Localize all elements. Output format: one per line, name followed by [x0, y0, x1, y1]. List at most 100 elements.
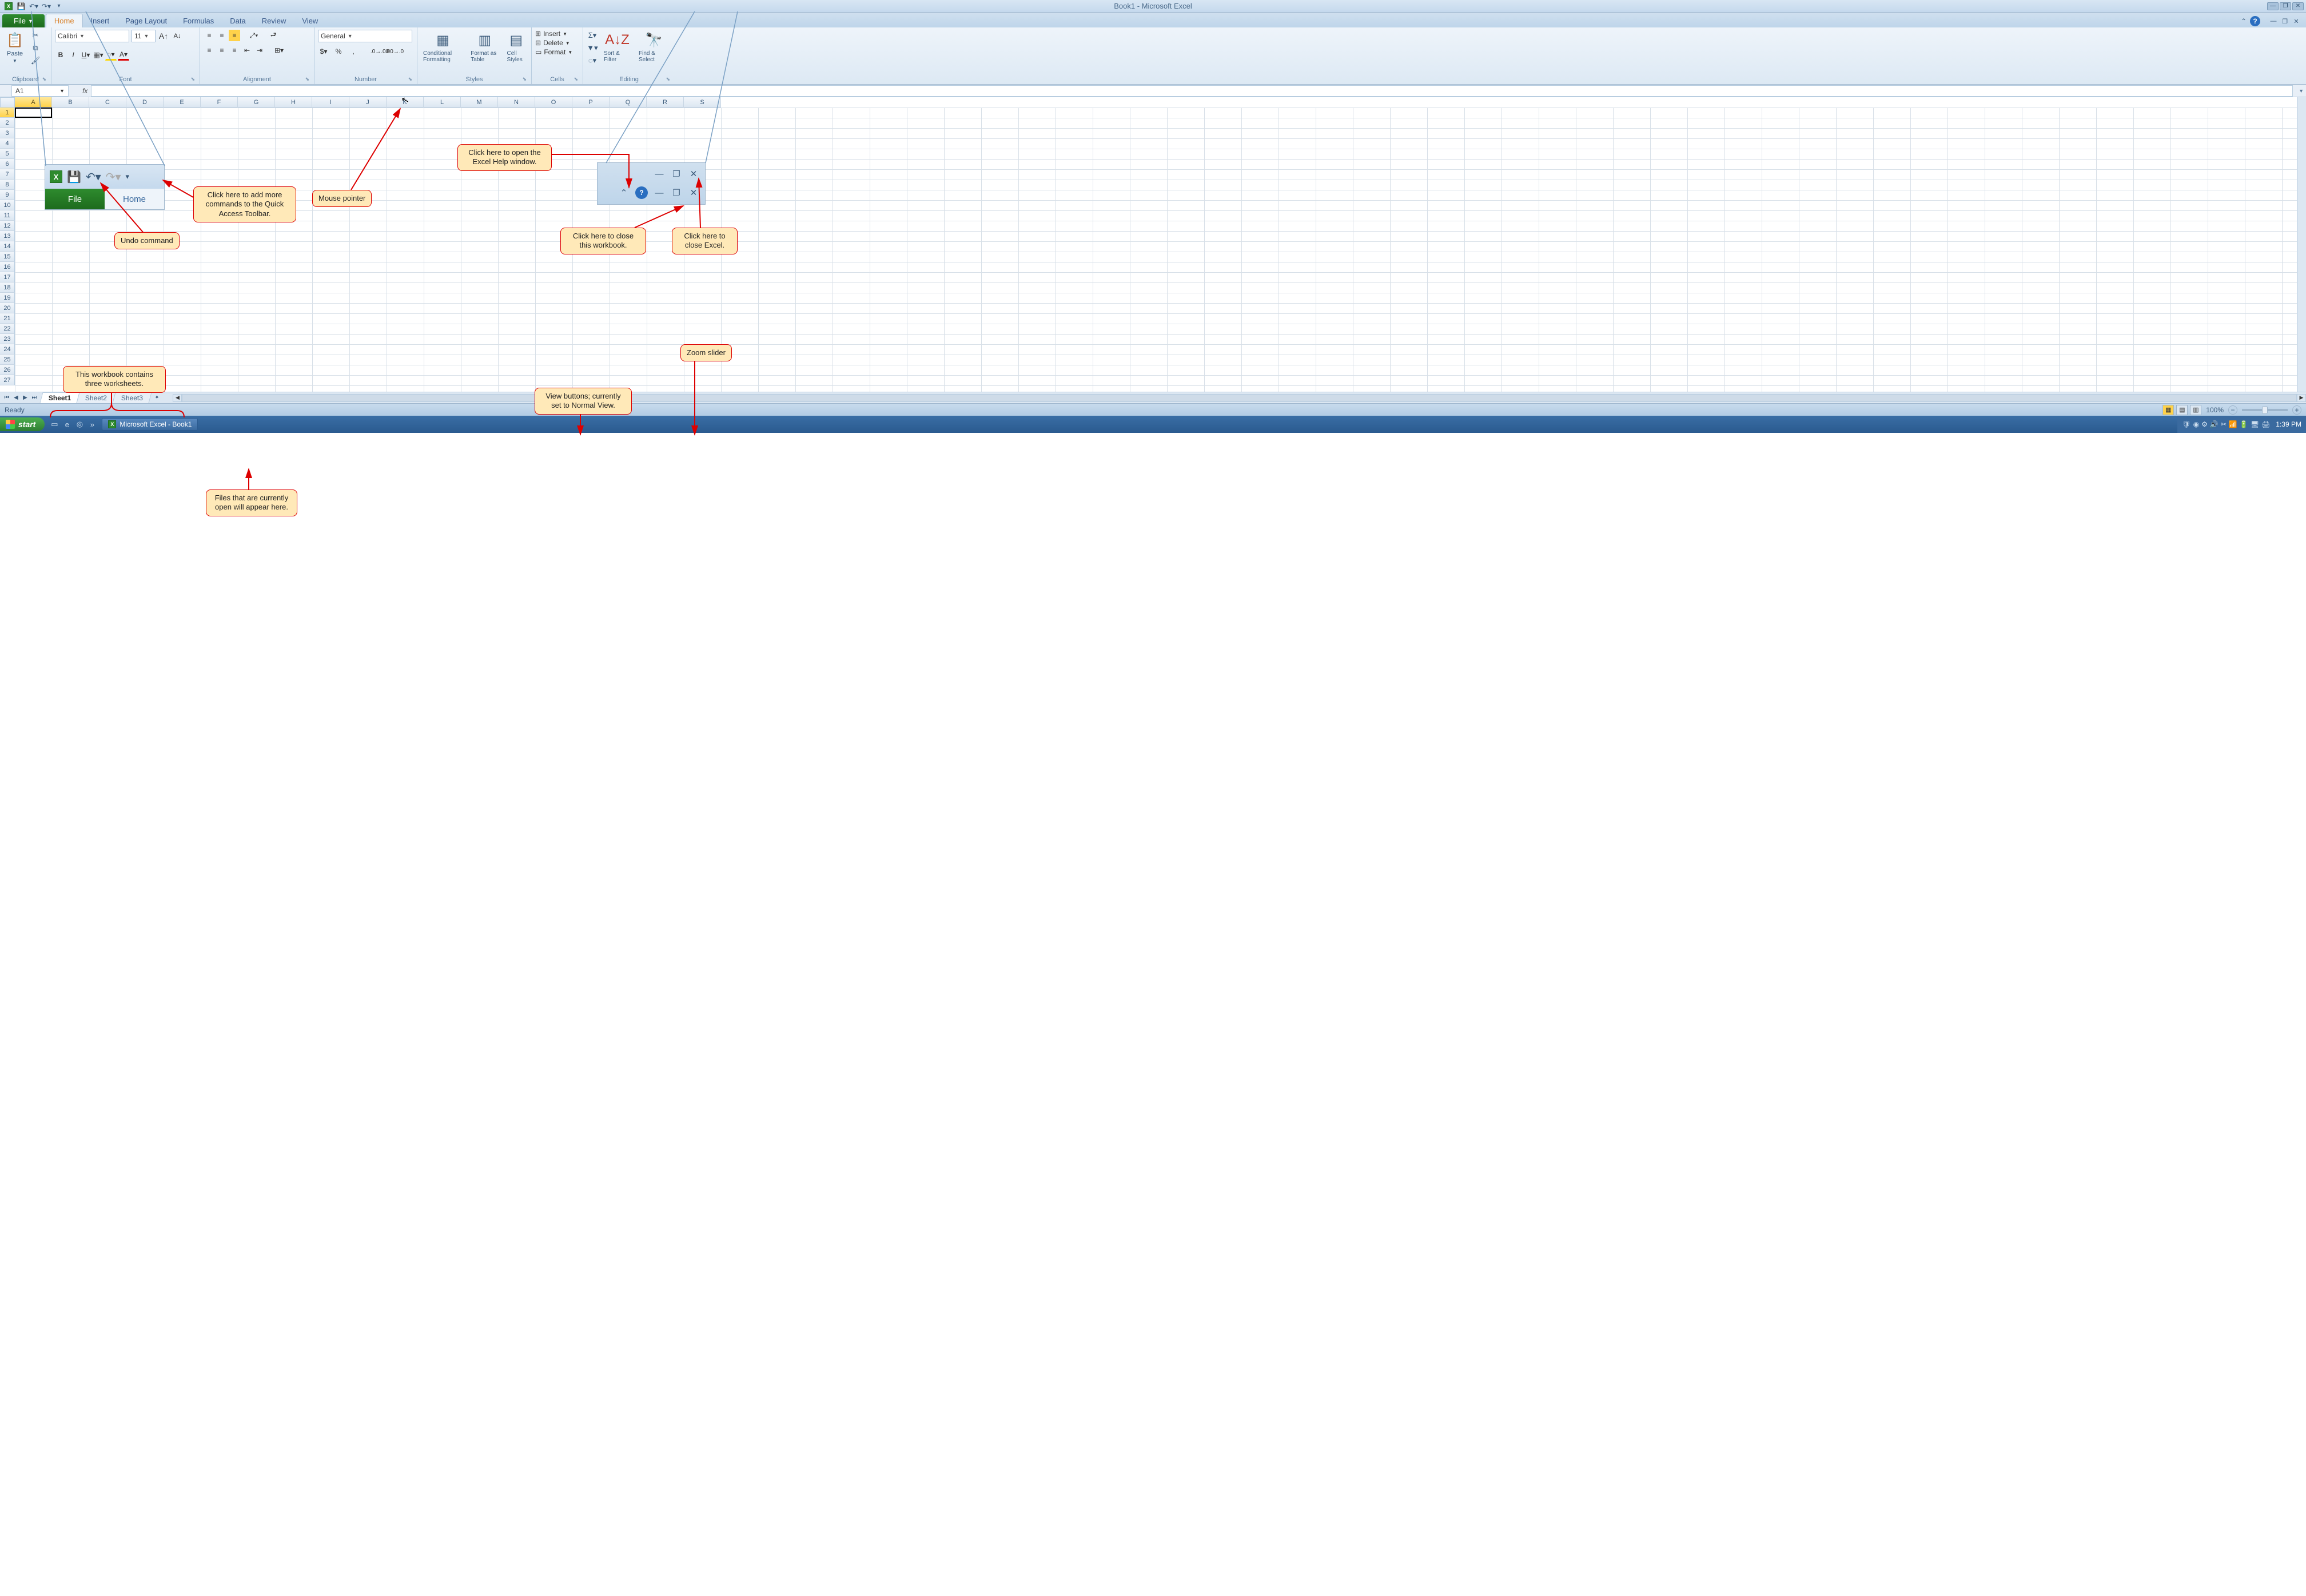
clear-icon[interactable]: ◌▾ [587, 55, 598, 66]
col-header[interactable]: D [126, 97, 164, 108]
col-header[interactable]: N [498, 97, 535, 108]
fill-color-icon[interactable]: ◌▾ [105, 49, 117, 61]
fx-icon[interactable]: fx [82, 87, 87, 95]
ie-icon[interactable]: e [62, 419, 72, 429]
row-header[interactable]: 20 [0, 303, 15, 313]
col-header[interactable]: S [684, 97, 721, 108]
workbook-close-icon[interactable]: ✕ [2291, 17, 2301, 25]
row-header[interactable]: 19 [0, 293, 15, 303]
row-header[interactable]: 22 [0, 324, 15, 334]
row-header[interactable]: 1 [0, 108, 15, 118]
italic-icon[interactable]: I [67, 49, 79, 61]
row-header[interactable]: 4 [0, 138, 15, 149]
col-header[interactable]: J [349, 97, 387, 108]
prev-sheet-icon[interactable]: ◀ [11, 393, 21, 403]
last-sheet-icon[interactable]: ⏭ [30, 393, 39, 403]
zoom-out-button[interactable]: − [2228, 405, 2237, 415]
tray-icon[interactable]: 🖨 [2261, 420, 2270, 428]
autosum-icon[interactable]: Σ▾ [587, 30, 598, 41]
font-name-dropdown[interactable]: Calibri▼ [55, 30, 129, 42]
col-header[interactable]: R [647, 97, 684, 108]
comma-icon[interactable]: , [348, 46, 359, 57]
accounting-icon[interactable]: $▾ [318, 46, 329, 57]
align-bottom-icon[interactable]: ≡ [229, 30, 240, 41]
bold-icon[interactable]: B [55, 49, 66, 61]
col-header[interactable]: Q [610, 97, 647, 108]
show-desktop-icon[interactable]: ▭ [49, 419, 59, 429]
tab-view[interactable]: View [294, 14, 326, 27]
tray-icon[interactable]: 🔊 [2210, 420, 2219, 428]
row-header[interactable]: 18 [0, 282, 15, 293]
start-button[interactable]: start [0, 417, 45, 431]
vertical-scrollbar[interactable] [2297, 97, 2306, 392]
col-header[interactable]: O [535, 97, 572, 108]
minimize-button[interactable]: — [2267, 2, 2279, 10]
increase-indent-icon[interactable]: ⇥ [254, 45, 265, 56]
paste-button[interactable]: 📋 Paste ▼ [3, 30, 26, 65]
align-middle-icon[interactable]: ≡ [216, 30, 228, 41]
new-sheet-icon[interactable]: ✦ [152, 393, 161, 403]
taskbar-clock[interactable]: 1:39 PM [2276, 420, 2301, 428]
align-left-icon[interactable]: ≡ [204, 45, 215, 56]
delete-cells-button[interactable]: ⊟Delete▼ [535, 39, 570, 47]
col-header[interactable]: B [52, 97, 89, 108]
row-header[interactable]: 5 [0, 149, 15, 159]
row-header[interactable]: 6 [0, 159, 15, 169]
col-header[interactable]: A [15, 97, 52, 108]
row-header[interactable]: 17 [0, 272, 15, 282]
grow-font-icon[interactable]: A↑ [158, 30, 169, 42]
number-format-dropdown[interactable]: General▼ [318, 30, 412, 42]
close-button[interactable]: ✕ [2292, 2, 2304, 10]
file-tab[interactable]: File▼ [2, 14, 45, 27]
first-sheet-icon[interactable]: ⏮ [2, 393, 11, 403]
save-icon[interactable]: 💾 [16, 1, 26, 11]
percent-icon[interactable]: % [333, 46, 344, 57]
conditional-formatting-button[interactable]: ▦Conditional Formatting [421, 30, 465, 64]
col-header[interactable]: H [275, 97, 312, 108]
minimize-ribbon-icon[interactable]: ⌃ [2241, 17, 2247, 25]
zoom-slider-thumb[interactable] [2262, 406, 2268, 414]
name-box[interactable]: A1▼ [11, 85, 69, 97]
col-header[interactable]: E [164, 97, 201, 108]
row-header[interactable]: 24 [0, 344, 15, 355]
chrome-icon[interactable]: ◎ [74, 419, 85, 429]
row-header[interactable]: 21 [0, 313, 15, 324]
format-painter-icon[interactable]: 🖌 [30, 55, 41, 66]
decrease-decimal-icon[interactable]: .00→.0 [389, 46, 400, 57]
zoom-in-button[interactable]: + [2292, 405, 2301, 415]
col-header[interactable]: I [312, 97, 349, 108]
tab-review[interactable]: Review [254, 14, 294, 27]
restore-button[interactable]: ❐ [2280, 2, 2291, 10]
col-header[interactable]: F [201, 97, 238, 108]
select-all-corner[interactable] [0, 97, 15, 108]
col-header[interactable]: K [387, 97, 424, 108]
tab-home[interactable]: Home [46, 14, 83, 27]
row-header[interactable]: 7 [0, 169, 15, 180]
increase-decimal-icon[interactable]: .0→.00 [374, 46, 385, 57]
col-header[interactable]: P [572, 97, 610, 108]
align-right-icon[interactable]: ≡ [229, 45, 240, 56]
col-header[interactable]: C [89, 97, 126, 108]
redo-icon[interactable]: ↷▾ [41, 1, 51, 11]
row-header[interactable]: 12 [0, 221, 15, 231]
row-header[interactable]: 26 [0, 365, 15, 375]
merge-center-icon[interactable]: ⊞▾ [273, 45, 285, 56]
row-header[interactable]: 8 [0, 180, 15, 190]
row-header[interactable]: 3 [0, 128, 15, 138]
row-header[interactable]: 15 [0, 252, 15, 262]
help-icon[interactable]: ? [2250, 16, 2260, 26]
tab-page-layout[interactable]: Page Layout [117, 14, 175, 27]
worksheet-grid[interactable]: A B C D E F G H I J K L M N O P Q R S 1 … [0, 97, 2306, 392]
cells-area[interactable] [15, 108, 2297, 392]
cell-styles-button[interactable]: ▤Cell Styles [504, 30, 528, 64]
decrease-indent-icon[interactable]: ⇤ [241, 45, 253, 56]
tab-insert[interactable]: Insert [83, 14, 118, 27]
tray-icon[interactable]: 🔋 [2240, 420, 2248, 428]
format-as-table-button[interactable]: ▥Format as Table [468, 30, 501, 64]
zoom-slider[interactable] [2242, 409, 2288, 411]
row-header[interactable]: 14 [0, 241, 15, 252]
tab-formulas[interactable]: Formulas [175, 14, 222, 27]
tray-icon[interactable]: 🛡 [2182, 420, 2190, 428]
page-break-view-button[interactable]: ▥ [2190, 405, 2201, 415]
row-header[interactable]: 9 [0, 190, 15, 200]
